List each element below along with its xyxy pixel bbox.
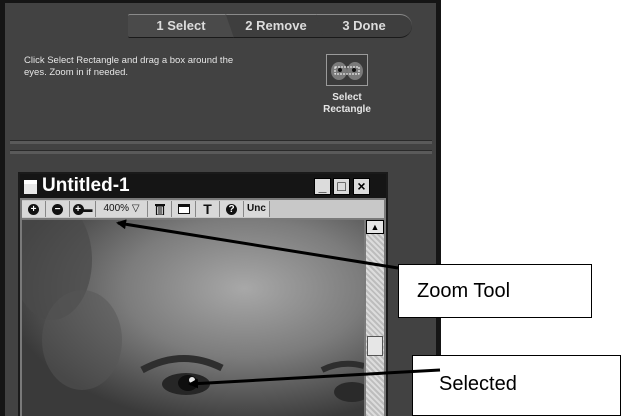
select-rectangle-button[interactable]: Select Rectangle xyxy=(312,54,382,116)
document-titlebar[interactable]: Untitled-1 _ □ × xyxy=(20,174,386,198)
callout-zoom-tool: Zoom Tool xyxy=(398,264,592,318)
help-icon: ? xyxy=(226,203,237,215)
instruction-text: Click Select Rectangle and drag a box ar… xyxy=(24,55,234,78)
document-title: Untitled-1 xyxy=(42,175,130,196)
trash-icon xyxy=(154,204,165,216)
callout-selected: Selected xyxy=(412,355,621,416)
zoom-in-icon: + xyxy=(28,203,39,215)
document-window: Untitled-1 _ □ × + − + ▬ 400% ▽ T ? Unc … xyxy=(18,172,388,416)
app-frame-edge xyxy=(436,0,441,416)
minimize-button[interactable]: _ xyxy=(314,178,331,195)
select-rectangle-label: Select Rectangle xyxy=(312,92,382,116)
trash-button[interactable] xyxy=(148,201,172,217)
document-icon xyxy=(24,180,37,194)
maximize-button[interactable]: □ xyxy=(333,178,350,195)
chevron-down-icon: ▽ xyxy=(131,203,140,214)
zoom-in-button[interactable]: + xyxy=(22,201,46,217)
divider xyxy=(10,140,432,144)
divider xyxy=(10,150,432,154)
window-icon xyxy=(177,204,190,215)
face-photo xyxy=(22,220,364,416)
undo-button[interactable]: Unc xyxy=(244,201,270,217)
zoom-tool-icon: + xyxy=(72,203,84,215)
step-tabs: 1 Select 2 Remove 3 Done xyxy=(10,14,412,38)
vertical-scrollbar[interactable]: ▲ xyxy=(366,220,384,416)
zoom-level-value: 400% xyxy=(103,203,130,214)
eyes-thumbnail-icon xyxy=(326,54,368,86)
scroll-thumb[interactable] xyxy=(367,336,383,356)
tab-step-remove[interactable]: 2 Remove xyxy=(226,14,326,38)
help-button[interactable]: ? xyxy=(220,201,244,217)
zoom-tool-button[interactable]: + ▬ xyxy=(70,201,96,217)
select-label-line1: Select xyxy=(332,92,362,103)
undo-label: Unc xyxy=(247,203,266,214)
document-toolbar: + − + ▬ 400% ▽ T ? Unc xyxy=(22,200,384,218)
tab-step-done[interactable]: 3 Done xyxy=(316,14,412,38)
text-tool-button[interactable]: T xyxy=(196,201,220,217)
select-label-line2: Rectangle xyxy=(323,104,371,115)
photo-canvas[interactable] xyxy=(22,220,364,416)
zoom-out-icon: − xyxy=(52,203,63,215)
close-button[interactable]: × xyxy=(353,178,370,195)
window-button[interactable] xyxy=(172,201,196,217)
zoom-level-select[interactable]: 400% ▽ xyxy=(96,201,148,217)
tab-step-select[interactable]: 1 Select xyxy=(128,14,234,38)
zoom-out-button[interactable]: − xyxy=(46,201,70,217)
scroll-up-icon[interactable]: ▲ xyxy=(366,220,384,234)
text-tool-icon: T xyxy=(203,201,212,217)
